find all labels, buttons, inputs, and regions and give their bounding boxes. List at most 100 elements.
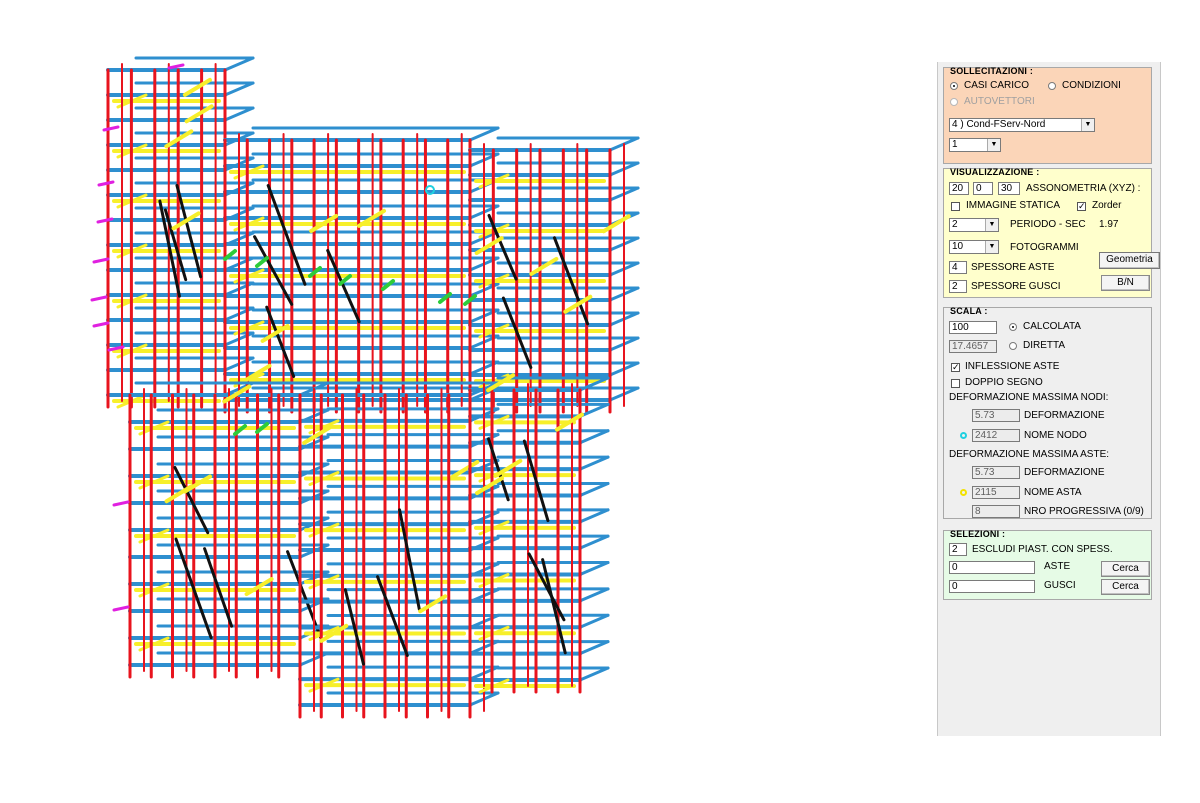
scala-title: SCALA : [950, 306, 988, 316]
node-marker-line [97, 180, 115, 187]
beam-marker-icon [960, 489, 967, 496]
beam-line [578, 666, 610, 682]
fotogrammi-label: FOTOGRAMMI [1010, 242, 1079, 253]
immagine-statica-checkbox[interactable] [951, 202, 960, 211]
axon-x-field[interactable] [949, 182, 969, 195]
model-viewport[interactable] [0, 0, 930, 800]
load-case-value: 4 ) Cond-FServ-Nord [952, 119, 1046, 130]
sub-case-select[interactable]: 1 ▼ [949, 138, 1001, 152]
casi-carico-label[interactable]: CASI CARICO [964, 80, 1029, 92]
node-marker-line [167, 63, 185, 70]
def-max-nodi-heading: DEFORMAZIONE MASSIMA NODI: [949, 392, 1109, 403]
autovettori-radio [950, 98, 958, 106]
aste-deformazione-field [972, 466, 1020, 479]
spessore-aste-field[interactable] [949, 261, 967, 274]
nome-nodo-field [972, 429, 1020, 442]
gusci-label: GUSCI [1044, 580, 1076, 591]
sollecitazioni-group: SOLLECITAZIONI : CASI CARICO CONDIZIONI … [943, 66, 1152, 164]
beam-line [223, 56, 255, 72]
chevron-down-icon[interactable]: ▼ [987, 139, 1000, 151]
axon-y-field[interactable] [973, 182, 993, 195]
doppio-segno-label[interactable]: DOPPIO SEGNO [965, 377, 1043, 389]
node-marker-line [92, 321, 110, 328]
axon-z-field[interactable] [998, 182, 1020, 195]
chevron-down-icon[interactable]: ▼ [985, 219, 998, 231]
beam-line [578, 613, 610, 629]
nome-nodo-label: NOME NODO [1024, 430, 1087, 441]
escludi-spessore-field[interactable] [949, 543, 967, 556]
def-max-aste-heading: DEFORMAZIONE MASSIMA ASTE: [949, 449, 1110, 460]
nro-progressiva-field [972, 505, 1020, 518]
sub-case-value: 1 [952, 139, 958, 150]
load-case-select[interactable]: 4 ) Cond-FServ-Nord ▼ [949, 118, 1095, 132]
selezioni-group: SELEZIONI : ESCLUDI PIAST. CON SPESS. AS… [943, 529, 1152, 600]
node-marker-line [92, 257, 110, 264]
assonometria-label: ASSONOMETRIA (XYZ) : [1026, 183, 1141, 194]
spessore-gusci-label: SPESSORE GUSCI [971, 281, 1061, 292]
beam-line [578, 587, 610, 603]
casi-carico-radio[interactable] [950, 82, 958, 90]
visualizzazione-title: VISUALIZZAZIONE : [950, 167, 1040, 177]
brace-line [203, 547, 234, 628]
diretta-label[interactable]: DIRETTA [1023, 340, 1065, 352]
beam-line [578, 429, 610, 445]
nro-progressiva-label: NRO PROGRESSIVA (0/9) [1024, 506, 1144, 517]
scala-group: SCALA : CALCOLATA DIRETTA ✓ INFLESSIONE … [943, 306, 1152, 519]
diretta-radio[interactable] [1009, 342, 1017, 350]
beam-line [578, 534, 610, 550]
inflessione-aste-checkbox[interactable]: ✓ [951, 363, 960, 372]
periodo-value: 2 [952, 219, 958, 230]
zorder-label[interactable]: Zorder [1092, 200, 1121, 212]
chevron-down-icon[interactable]: ▼ [1081, 119, 1094, 131]
node-marker-line [112, 605, 130, 612]
calcolata-radio[interactable] [1009, 323, 1017, 331]
node-marker-line [102, 125, 120, 132]
control-panel: SOLLECITAZIONI : CASI CARICO CONDIZIONI … [937, 62, 1161, 736]
sollecitazioni-title: SOLLECITAZIONI : [950, 66, 1034, 76]
fotogrammi-select[interactable]: 10 ▼ [949, 240, 999, 254]
aste-deformazione-label: DEFORMAZIONE [1024, 467, 1105, 478]
calcolata-label[interactable]: CALCOLATA [1023, 321, 1081, 333]
escludi-label: ESCLUDI PIAST. CON SPESS. [972, 544, 1113, 555]
condizioni-radio[interactable] [1048, 82, 1056, 90]
gusci-search-field[interactable] [949, 580, 1035, 593]
spessore-gusci-field[interactable] [949, 280, 967, 293]
nome-asta-label: NOME ASTA [1024, 487, 1082, 498]
aste-search-field[interactable] [949, 561, 1035, 574]
beam-line [578, 508, 610, 524]
condizioni-label[interactable]: CONDIZIONI [1062, 80, 1121, 92]
beam-line [578, 640, 610, 656]
nome-asta-field [972, 486, 1020, 499]
cerca-gusci-button[interactable]: Cerca [1101, 579, 1150, 595]
slab-line [529, 256, 559, 276]
beam-line [578, 455, 610, 471]
fotogrammi-value: 10 [952, 241, 964, 252]
structure-3d-view[interactable] [0, 0, 930, 800]
scala-diretta-field [949, 340, 997, 353]
periodo-select[interactable]: 2 ▼ [949, 218, 999, 232]
chevron-down-icon[interactable]: ▼ [985, 241, 998, 253]
visualizzazione-group: VISUALIZZAZIONE : ASSONOMETRIA (XYZ) : I… [943, 167, 1152, 298]
cerca-aste-button[interactable]: Cerca [1101, 561, 1150, 577]
scala-calcolata-field[interactable] [949, 321, 997, 334]
autovettori-label: AUTOVETTORI [964, 96, 1035, 107]
nodi-deformazione-field [972, 409, 1020, 422]
zorder-checkbox[interactable]: ✓ [1077, 202, 1086, 211]
node-marker-line [90, 295, 108, 302]
node-marker-line [112, 500, 130, 507]
geometria-button[interactable]: Geometria [1099, 252, 1160, 269]
immagine-statica-label[interactable]: IMMAGINE STATICA [966, 200, 1060, 212]
beam-line [223, 106, 255, 122]
periodo-sec-value: 1.97 [1099, 219, 1119, 230]
periodo-label: PERIODO - SEC [1010, 219, 1086, 230]
inflessione-aste-label[interactable]: INFLESSIONE ASTE [965, 361, 1059, 373]
beam-line [578, 561, 610, 577]
nodi-deformazione-label: DEFORMAZIONE [1024, 410, 1105, 421]
brace-line [286, 550, 323, 639]
spessore-aste-label: SPESSORE ASTE [971, 262, 1055, 273]
beam-line [578, 402, 610, 418]
doppio-segno-checkbox[interactable] [951, 379, 960, 388]
beam-line [468, 126, 500, 142]
bn-button[interactable]: B/N [1101, 275, 1150, 291]
beam-line [223, 81, 255, 97]
